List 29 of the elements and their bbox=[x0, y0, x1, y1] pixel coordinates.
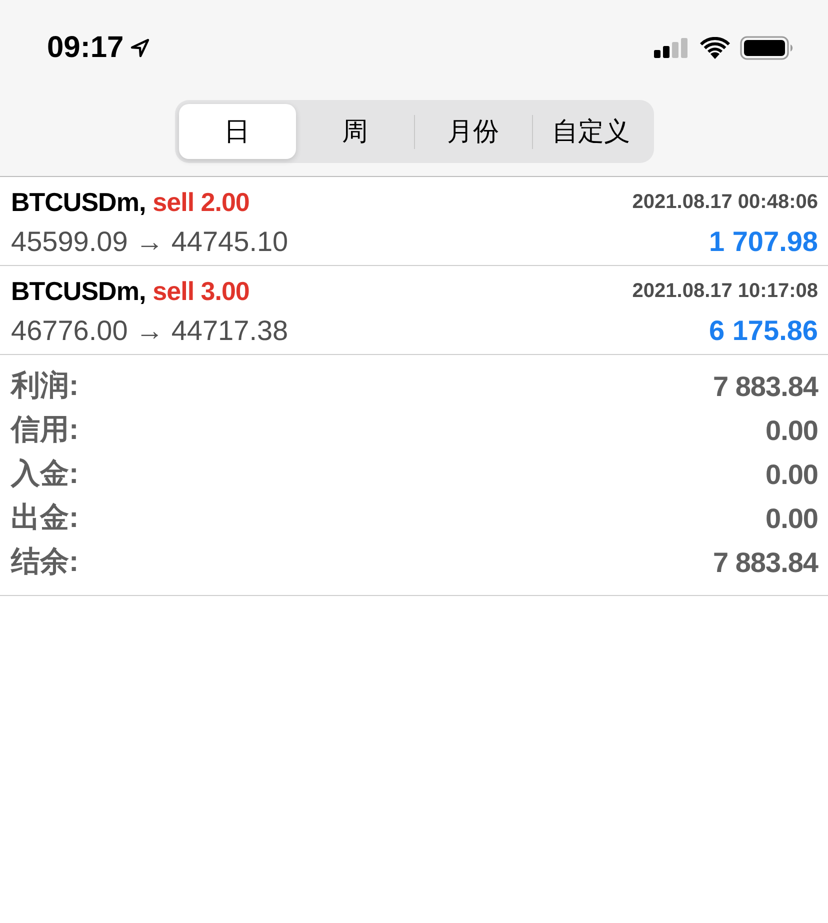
period-tab[interactable]: 周 bbox=[296, 104, 414, 159]
deal-side-volume: sell 3.00 bbox=[152, 274, 250, 308]
summary-label: 出金: bbox=[11, 501, 79, 536]
summary-value: 7 883.84 bbox=[713, 370, 818, 404]
status-time: 09:17 bbox=[47, 33, 124, 63]
period-tab[interactable]: 自定义 bbox=[532, 104, 650, 159]
deal-prices: 46776.00 → 44717.38 bbox=[11, 314, 288, 348]
summary-value: 0.00 bbox=[766, 502, 818, 536]
deal-profit: 1 707.98 bbox=[709, 225, 818, 259]
deal-time: 2021.08.17 00:48:06 bbox=[632, 190, 818, 215]
summary-value: 0.00 bbox=[766, 458, 818, 492]
period-tab[interactable]: 日 bbox=[178, 104, 296, 159]
deal-profit: 6 175.86 bbox=[709, 314, 818, 348]
summary-value: 0.00 bbox=[766, 414, 818, 448]
deal-side-volume: sell 2.00 bbox=[152, 186, 250, 218]
summary-label: 信用: bbox=[11, 413, 79, 448]
period-tab[interactable]: 月份 bbox=[414, 104, 532, 159]
location-arrow-icon bbox=[130, 38, 150, 58]
deal-time: 2021.08.17 10:17:08 bbox=[632, 279, 818, 304]
summary-label: 入金: bbox=[11, 457, 79, 492]
summary-value: 7 883.84 bbox=[713, 546, 818, 580]
wifi-icon bbox=[700, 37, 730, 59]
deal-symbol: BTCUSDm, bbox=[11, 186, 146, 218]
summary-label: 结余: bbox=[11, 545, 79, 580]
cellular-signal-icon bbox=[654, 38, 690, 58]
battery-icon bbox=[740, 36, 794, 60]
summary-label: 利润: bbox=[11, 368, 79, 404]
deal-prices: 45599.09 → 44745.10 bbox=[11, 225, 288, 259]
deal-symbol: BTCUSDm, bbox=[11, 274, 146, 308]
